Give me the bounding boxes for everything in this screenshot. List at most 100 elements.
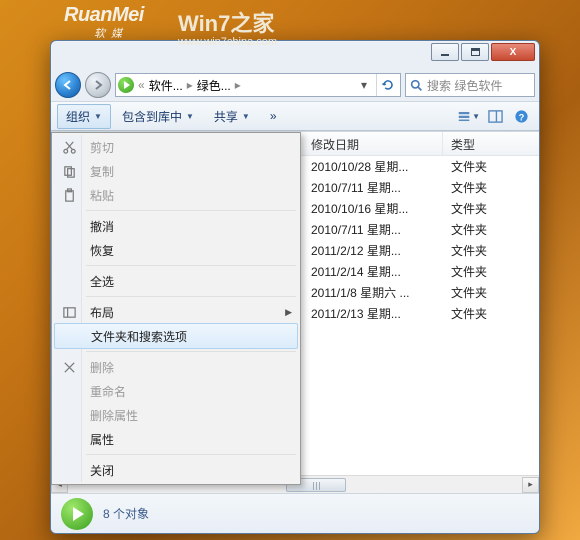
organize-menu: 剪切 复制 粘贴 撤消 恢复 全选 布局 文件夹和搜索选项 xyxy=(51,132,301,485)
cut-icon xyxy=(60,138,78,156)
address-bar[interactable]: « 软件... ▸ 绿色... ▸ ▾ xyxy=(115,73,401,97)
menu-copy-label: 复制 xyxy=(90,163,114,180)
brand-ruanmei: RuanMei xyxy=(64,4,144,26)
watermark-left: RuanMei 软媒 xyxy=(64,4,144,41)
close-button[interactable]: X xyxy=(491,43,535,61)
preview-pane-button[interactable] xyxy=(483,105,507,127)
folder-type-icon xyxy=(118,77,134,93)
status-bar: 8 个对象 xyxy=(51,493,539,533)
search-placeholder: 搜索 绿色软件 xyxy=(427,77,502,94)
cell-type: 文件夹 xyxy=(443,263,539,280)
cell-date: 2011/2/13 星期... xyxy=(303,305,443,322)
cell-type: 文件夹 xyxy=(443,158,539,175)
menu-remove-props-label: 删除属性 xyxy=(90,407,138,424)
menu-undo-label: 撤消 xyxy=(90,218,114,235)
menu-cut-label: 剪切 xyxy=(90,139,114,156)
address-dropdown[interactable]: ▾ xyxy=(356,78,372,92)
menu-paste-label: 粘贴 xyxy=(90,187,114,204)
table-row[interactable]: 2011/2/14 星期...文件夹 xyxy=(303,261,539,282)
file-list: 2010/10/28 星期...文件夹2010/7/11 星期...文件夹201… xyxy=(303,156,539,475)
menu-properties-label: 属性 xyxy=(90,431,114,448)
status-folder-icon xyxy=(61,498,93,530)
breadcrumb-sep: ▸ xyxy=(187,78,193,92)
breadcrumb-chevron[interactable]: « xyxy=(138,78,145,92)
cell-type: 文件夹 xyxy=(443,242,539,259)
table-row[interactable]: 2011/2/12 星期...文件夹 xyxy=(303,240,539,261)
cell-date: 2010/7/11 星期... xyxy=(303,221,443,238)
menu-undo[interactable]: 撤消 xyxy=(54,214,298,238)
toolbar: 组织▼ 包含到库中▼ 共享▼ » ▼ ? xyxy=(51,101,539,131)
include-in-library-button[interactable]: 包含到库中▼ xyxy=(113,104,203,129)
menu-close-label: 关闭 xyxy=(90,462,114,479)
svg-text:?: ? xyxy=(518,112,524,122)
content-area: 修改日期 类型 2010/10/28 星期...文件夹2010/7/11 星期.… xyxy=(51,131,539,493)
menu-close[interactable]: 关闭 xyxy=(54,458,298,482)
share-button[interactable]: 共享▼ xyxy=(205,104,259,129)
delete-icon xyxy=(60,358,78,376)
cell-date: 2011/2/14 星期... xyxy=(303,263,443,280)
menu-rename: 重命名 xyxy=(54,379,298,403)
cell-type: 文件夹 xyxy=(443,179,539,196)
organize-button[interactable]: 组织▼ xyxy=(57,104,111,129)
cell-date: 2010/7/11 星期... xyxy=(303,179,443,196)
menu-select-all[interactable]: 全选 xyxy=(54,269,298,293)
breadcrumb-seg2[interactable]: 绿色... xyxy=(197,77,231,94)
include-label: 包含到库中 xyxy=(122,108,182,125)
layout-icon xyxy=(60,303,78,321)
table-row[interactable]: 2011/1/8 星期六 ...文件夹 xyxy=(303,282,539,303)
maximize-button[interactable] xyxy=(461,43,489,61)
forward-button[interactable] xyxy=(85,72,111,98)
refresh-button[interactable] xyxy=(376,74,398,96)
brand-ruanmei-cn: 软媒 xyxy=(64,25,144,41)
menu-delete: 删除 xyxy=(54,355,298,379)
organize-label: 组织 xyxy=(66,108,90,125)
search-icon xyxy=(410,79,423,92)
table-row[interactable]: 2010/10/16 星期...文件夹 xyxy=(303,198,539,219)
cell-date: 2010/10/16 星期... xyxy=(303,200,443,217)
copy-icon xyxy=(60,162,78,180)
toolbar-overflow[interactable]: » xyxy=(261,105,286,127)
status-count: 8 个对象 xyxy=(103,505,149,522)
table-row[interactable]: 2011/2/13 星期...文件夹 xyxy=(303,303,539,324)
help-button[interactable]: ? xyxy=(509,105,533,127)
menu-layout[interactable]: 布局 xyxy=(54,300,298,324)
table-row[interactable]: 2010/7/11 星期...文件夹 xyxy=(303,219,539,240)
column-type[interactable]: 类型 xyxy=(443,132,539,155)
menu-copy: 复制 xyxy=(54,159,298,183)
paste-icon xyxy=(60,186,78,204)
cell-type: 文件夹 xyxy=(443,305,539,322)
brand-url: www.win7china.com xyxy=(178,36,277,48)
menu-redo[interactable]: 恢复 xyxy=(54,238,298,262)
watermark-right: Win7之家 www.win7china.com xyxy=(178,6,277,48)
titlebar: X xyxy=(51,41,539,69)
menu-cut: 剪切 xyxy=(54,135,298,159)
explorer-window: X « 软件... ▸ 绿色... ▸ ▾ 搜索 绿色软件 组织▼ xyxy=(50,40,540,534)
breadcrumb-seg1[interactable]: 软件... xyxy=(149,77,183,94)
table-row[interactable]: 2010/10/28 星期...文件夹 xyxy=(303,156,539,177)
menu-select-all-label: 全选 xyxy=(90,273,114,290)
brand-win7: Win7之家 xyxy=(178,11,274,36)
menu-paste: 粘贴 xyxy=(54,183,298,207)
menu-layout-label: 布局 xyxy=(90,304,114,321)
back-button[interactable] xyxy=(55,72,81,98)
overflow-label: » xyxy=(270,109,277,123)
menu-remove-properties: 删除属性 xyxy=(54,403,298,427)
breadcrumb-sep: ▸ xyxy=(235,78,241,92)
search-input[interactable]: 搜索 绿色软件 xyxy=(405,73,535,97)
view-button[interactable]: ▼ xyxy=(457,105,481,127)
cell-date: 2011/1/8 星期六 ... xyxy=(303,284,443,301)
minimize-button[interactable] xyxy=(431,43,459,61)
menu-delete-label: 删除 xyxy=(90,359,114,376)
scroll-right-button[interactable]: ▸ xyxy=(522,477,539,493)
nav-row: « 软件... ▸ 绿色... ▸ ▾ 搜索 绿色软件 xyxy=(51,69,539,101)
column-date[interactable]: 修改日期 xyxy=(303,132,443,155)
cell-type: 文件夹 xyxy=(443,284,539,301)
menu-folder-options-label: 文件夹和搜索选项 xyxy=(91,328,187,345)
cell-type: 文件夹 xyxy=(443,200,539,217)
menu-redo-label: 恢复 xyxy=(90,242,114,259)
menu-properties[interactable]: 属性 xyxy=(54,427,298,451)
menu-rename-label: 重命名 xyxy=(90,383,126,400)
menu-folder-options[interactable]: 文件夹和搜索选项 xyxy=(54,323,298,349)
cell-date: 2011/2/12 星期... xyxy=(303,242,443,259)
table-row[interactable]: 2010/7/11 星期...文件夹 xyxy=(303,177,539,198)
